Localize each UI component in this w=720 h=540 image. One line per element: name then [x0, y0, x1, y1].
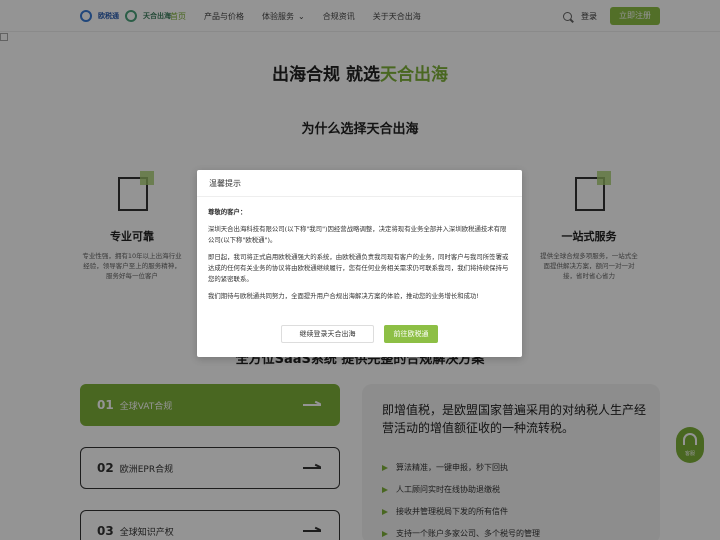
- modal-greeting: 尊敬的客户：: [208, 208, 247, 216]
- modal-title: 温馨提示: [197, 170, 522, 197]
- notice-modal: 温馨提示 尊敬的客户： 深圳天合出海科技有限公司(以下称"我司")因经营战略调整…: [197, 170, 522, 357]
- modal-paragraph-1: 深圳天合出海科技有限公司(以下称"我司")因经营战略调整，决定将现有业务全部并入…: [208, 225, 507, 244]
- go-oushuitong-button[interactable]: 前往欧税通: [384, 325, 438, 343]
- modal-actions: 继续登录天合出海 前往欧税通: [197, 325, 522, 343]
- modal-body: 尊敬的客户： 深圳天合出海科技有限公司(以下称"我司")因经营战略调整，决定将现…: [197, 197, 522, 302]
- modal-paragraph-2: 即日起，我司将正式启用欧税通强大的系统，由欧税通负责我司现有客户的业务，同时客户…: [208, 253, 509, 283]
- modal-paragraph-3: 我们期待与欧税通共同努力，全面提升用户合规出海解决方案的体验，推动您的业务增长和…: [208, 292, 479, 300]
- continue-login-button[interactable]: 继续登录天合出海: [281, 325, 374, 343]
